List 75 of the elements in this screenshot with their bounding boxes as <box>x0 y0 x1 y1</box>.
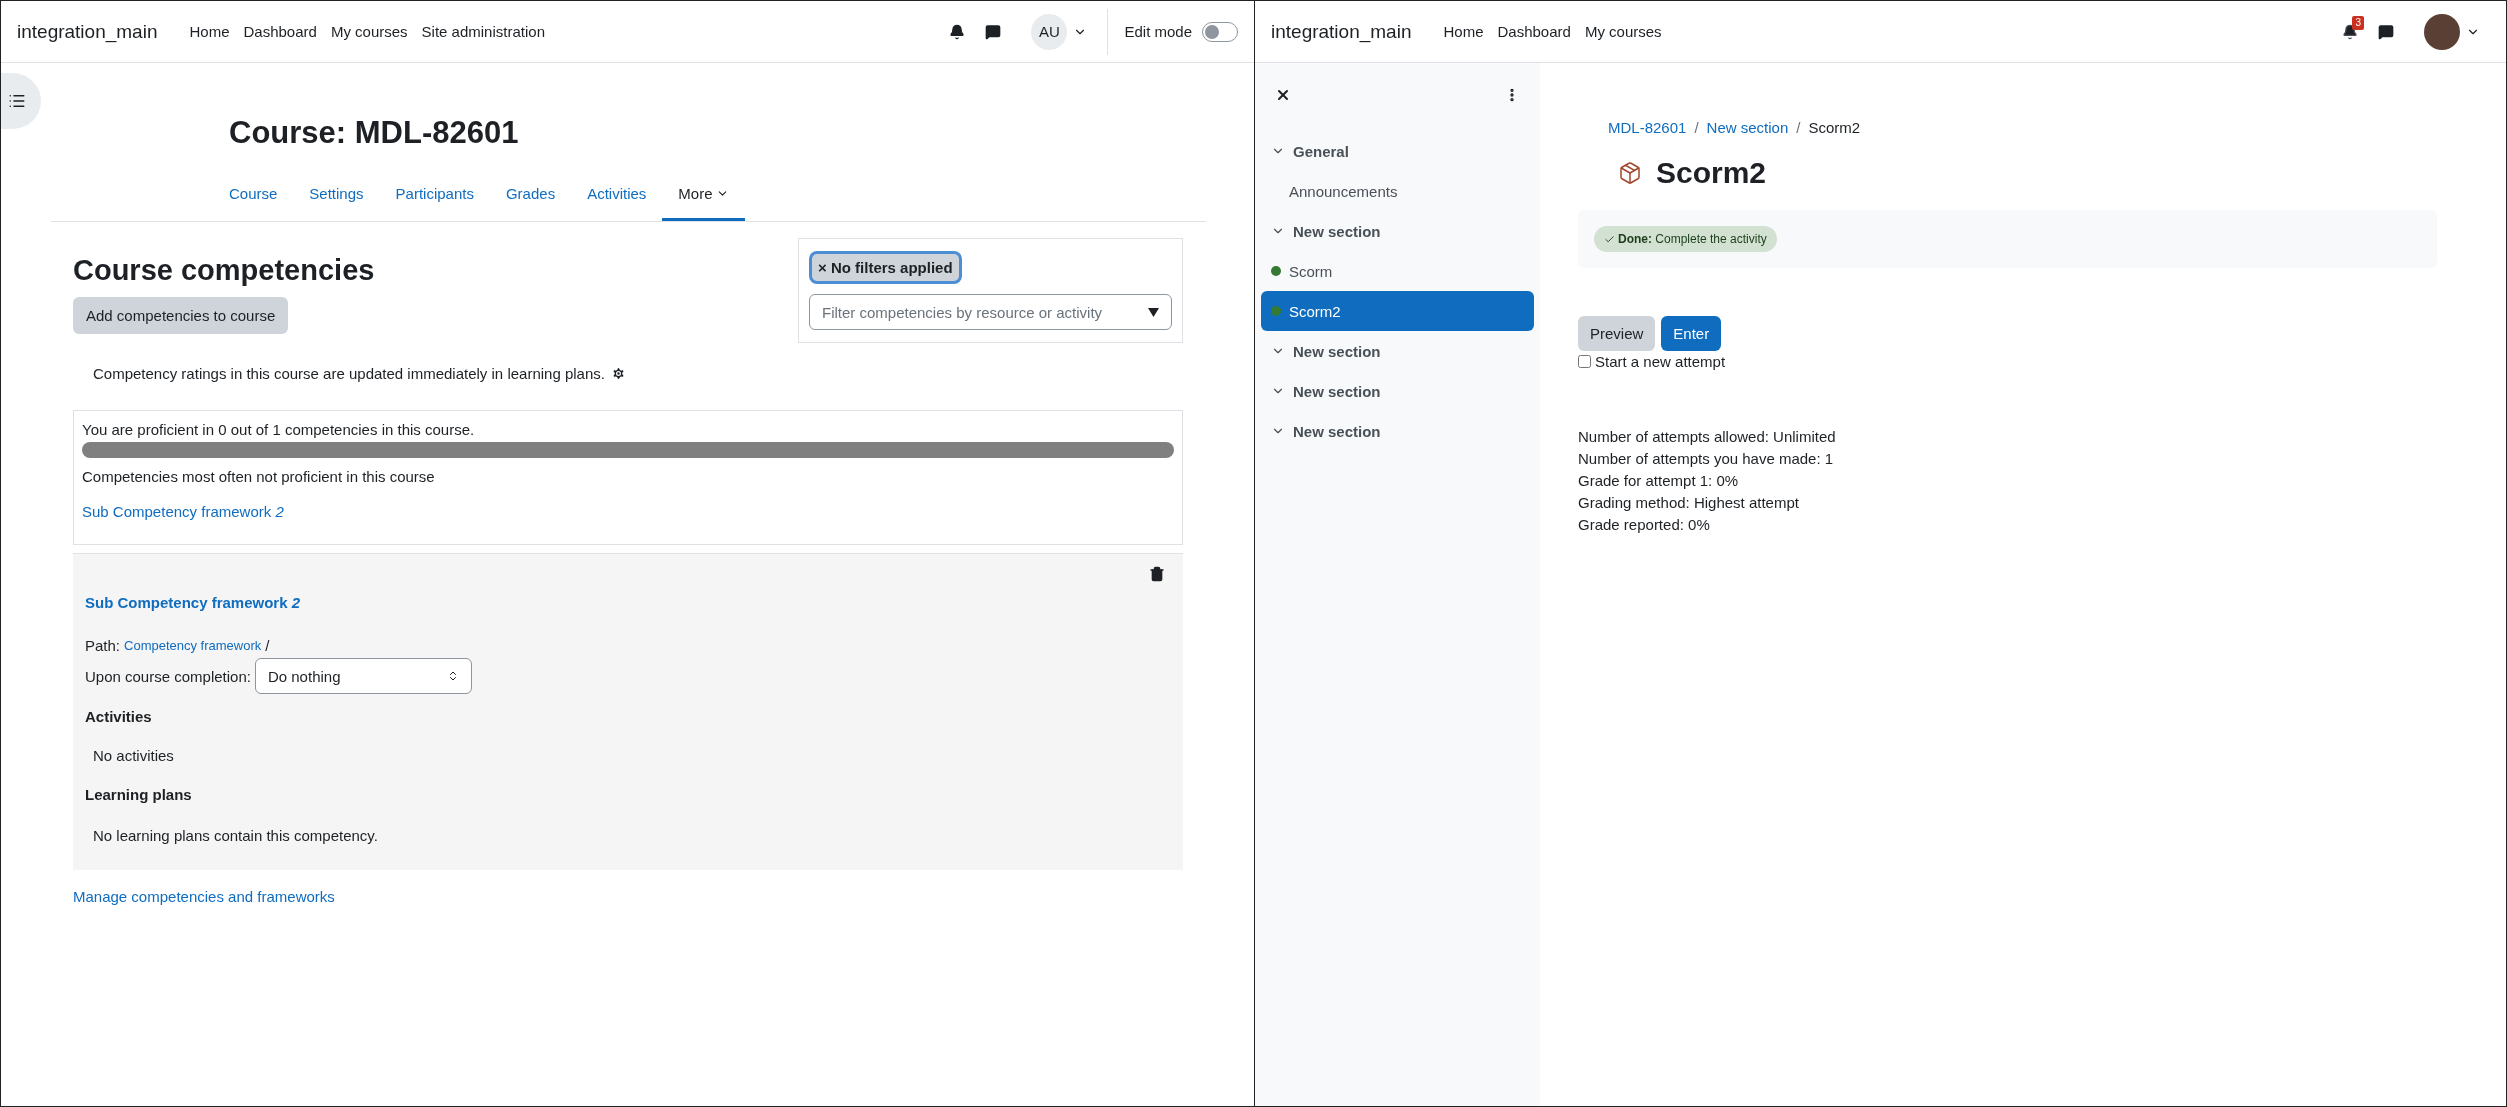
nav-link[interactable]: Site administration <box>421 23 545 40</box>
course-tab[interactable]: Settings <box>293 173 380 221</box>
nav-link[interactable]: Dashboard <box>243 23 317 40</box>
settings-icon[interactable] <box>610 366 626 381</box>
nav-link[interactable]: Home <box>1443 23 1484 40</box>
activity-title: Scorm2 <box>1656 156 1767 190</box>
edit-mode-label: Edit mode <box>1124 23 1192 40</box>
breadcrumb-link[interactable]: MDL-82601 <box>1608 119 1687 136</box>
course-index-toggle[interactable] <box>1 73 41 129</box>
nav-link[interactable]: Home <box>189 23 230 40</box>
summary-subtitle: Competencies most often not proficient in this course <box>82 468 435 485</box>
plans-text: No learning plans contain this competency. <box>93 827 378 844</box>
notification-count: 3 <box>2352 15 2364 30</box>
attempt-detail: Grade reported: 0% <box>1578 516 1710 533</box>
section-item[interactable]: New section <box>1261 331 1534 371</box>
section-item[interactable]: New section <box>1261 211 1534 251</box>
path-link[interactable]: Competency framework <box>124 638 262 653</box>
activity-item[interactable]: Scorm <box>1261 251 1534 291</box>
activities-text: No activities <box>93 747 174 764</box>
course-tab[interactable]: Activities <box>571 173 663 221</box>
attempt-detail: Grading method: Highest attempt <box>1578 494 1799 511</box>
site-name: integration_main <box>1271 20 1412 43</box>
preview-button[interactable]: Preview <box>1578 316 1656 351</box>
activity-item[interactable]: Scorm2 <box>1261 291 1534 331</box>
activity-item[interactable]: Announcements <box>1261 171 1534 211</box>
path-label: Path: <box>85 637 121 654</box>
enter-button[interactable]: Enter <box>1661 316 1722 351</box>
course-title: Course: MDL-82601 <box>229 115 519 151</box>
delete-icon[interactable] <box>1149 566 1165 582</box>
course-tab[interactable]: Course <box>213 173 294 221</box>
course-tab[interactable]: Participants <box>379 173 490 221</box>
manage-link[interactable]: Manage competencies and frameworks <box>73 888 335 905</box>
site-name: integration_main <box>17 20 158 43</box>
checkbox-label: Start a new attempt <box>1595 353 1726 370</box>
close-icon[interactable] <box>1275 87 1291 103</box>
section-item[interactable]: New section <box>1261 411 1534 451</box>
user-avatar[interactable]: AU <box>1031 13 1068 50</box>
caret-icon <box>1148 307 1159 317</box>
new-attempt-checkbox[interactable] <box>1578 355 1591 368</box>
course-tab[interactable]: More <box>662 173 745 221</box>
chat-icon[interactable] <box>985 23 1002 40</box>
section-item[interactable]: New section <box>1261 371 1534 411</box>
breadcrumb-link[interactable]: New section <box>1706 119 1789 136</box>
section-heading: Activities <box>85 708 152 725</box>
breadcrumb-separator: / <box>1694 119 1699 136</box>
completion-badge: Done: Complete the activity <box>1594 226 1777 252</box>
nav-link[interactable]: My courses <box>330 23 408 40</box>
section-item[interactable]: General <box>1261 131 1534 171</box>
add-competencies-button[interactable]: Add competencies to course <box>73 297 289 334</box>
competency-title[interactable]: Sub Competency framework 2 <box>85 594 301 611</box>
filter-select[interactable]: Filter competencies by resource or activity <box>809 294 1172 330</box>
completion-select[interactable]: Do nothing <box>254 658 472 694</box>
competency-link[interactable]: Sub Competency framework 2 <box>82 503 284 520</box>
chat-icon[interactable] <box>2378 23 2394 40</box>
breadcrumb-separator: / <box>1796 119 1801 136</box>
attempt-detail: Grade for attempt 1: 0% <box>1578 472 1739 489</box>
page-heading: Course competencies <box>73 254 375 287</box>
bell-icon[interactable] <box>949 23 966 40</box>
nav-link[interactable]: Dashboard <box>1497 23 1571 40</box>
nav-link[interactable]: My courses <box>1584 23 1662 40</box>
breadcrumb-current: Scorm2 <box>1808 119 1861 136</box>
bell-icon[interactable] <box>2342 23 2358 40</box>
info-text: Competency ratings in this course are updated immediately in learning plans. <box>93 365 605 382</box>
course-tab[interactable]: Grades <box>489 173 572 221</box>
proficiency-text: You are proficient in 0 out of 1 competencies in this course. <box>82 421 475 438</box>
path-separator: / <box>265 637 270 654</box>
package-icon <box>1618 161 1642 185</box>
edit-mode-toggle[interactable] <box>1202 21 1238 42</box>
attempt-detail: Number of attempts you have made: 1 <box>1578 450 1834 467</box>
section-heading: Learning plans <box>85 786 192 803</box>
attempt-detail: Number of attempts allowed: Unlimited <box>1578 428 1836 445</box>
list-icon <box>8 92 26 110</box>
filter-chip[interactable]: × No filters applied <box>809 251 962 284</box>
user-avatar[interactable] <box>2424 13 2460 50</box>
completion-label: Upon course completion: <box>85 667 251 685</box>
